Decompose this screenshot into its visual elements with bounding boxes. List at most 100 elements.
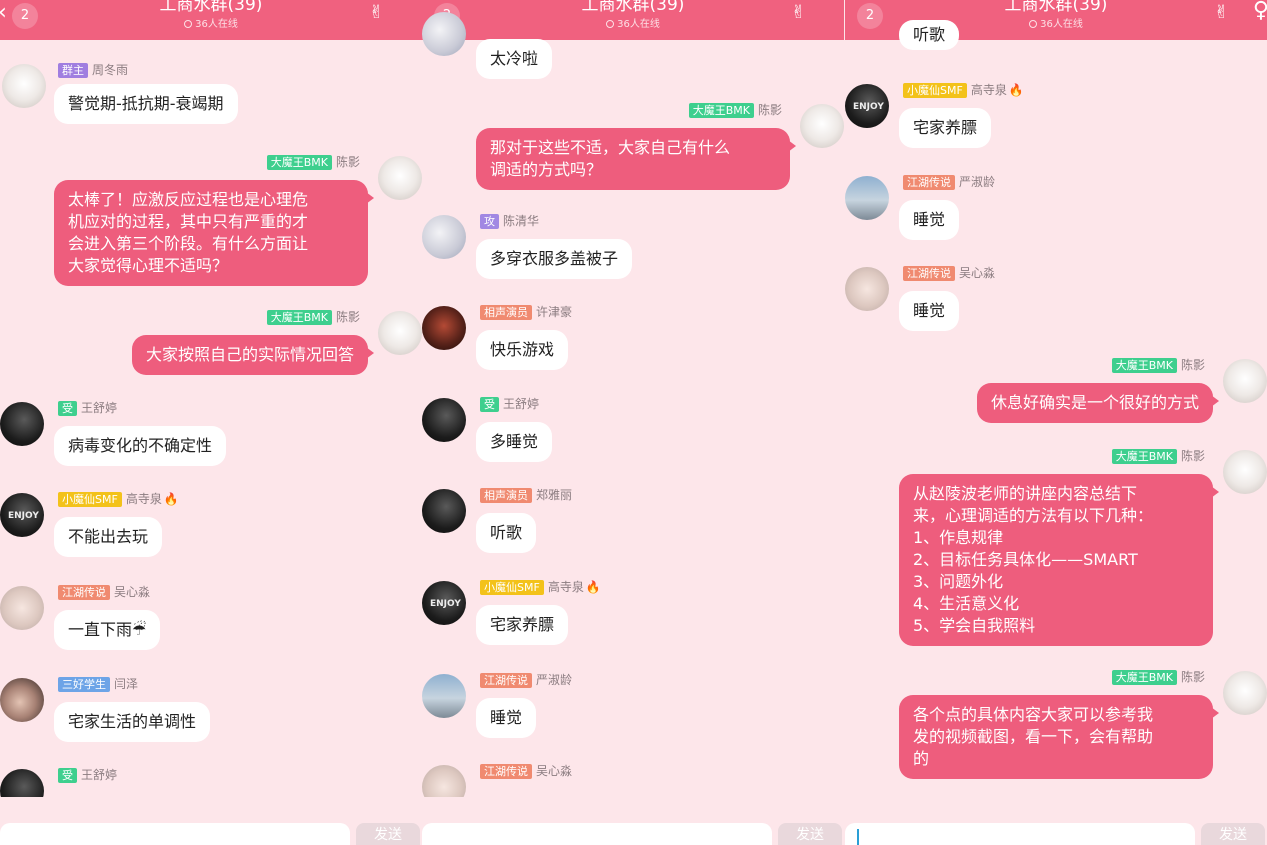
avatar[interactable]: [378, 311, 422, 355]
online-count: 36人在线: [0, 18, 422, 32]
message-bubble[interactable]: 休息好确实是一个很好的方式: [976, 383, 1220, 423]
avatar[interactable]: [0, 586, 44, 630]
message-bubble[interactable]: 太棒了！应激反应过程也是心理危 机应对的过程，其中只有严重的才 会进入第三个阶段…: [54, 180, 374, 286]
message-bubble[interactable]: 听歌: [899, 20, 960, 50]
avatar[interactable]: ENJOY: [0, 493, 44, 537]
sender-meta: 大魔王BMK 陈影: [266, 309, 360, 325]
avatar[interactable]: [1223, 671, 1267, 715]
message-bubble[interactable]: 睡觉: [476, 698, 537, 738]
message-bubble[interactable]: 宅家生活的单调性: [54, 702, 211, 742]
message-bubble[interactable]: 多穿衣服多盖被子: [476, 239, 633, 279]
avatar[interactable]: [378, 156, 422, 200]
sender-name: 王舒婷: [81, 401, 118, 415]
send-button[interactable]: 发送: [356, 823, 420, 845]
member-tag: 受: [58, 768, 77, 783]
message-bubble[interactable]: 各个点的具体内容大家可以参考我 发的视频截图，看一下，会有帮助 的: [899, 695, 1219, 779]
message-input[interactable]: [422, 823, 772, 845]
message-bubble[interactable]: 大家按照自己的实际情况回答: [131, 335, 375, 375]
sender-name: 严淑龄: [959, 175, 996, 189]
sender-name: 严淑龄: [536, 673, 573, 687]
member-tag: 群主: [58, 63, 88, 78]
sender-meta: 江湖传说 吴心淼: [903, 265, 995, 281]
sender-meta: 受王舒婷: [58, 400, 117, 416]
sender-name: 陈影: [335, 155, 360, 169]
avatar[interactable]: [422, 398, 466, 442]
avatar[interactable]: ENJOY: [422, 581, 466, 625]
send-button[interactable]: 发送: [778, 823, 842, 845]
text-cursor: [857, 829, 859, 845]
avatar[interactable]: [2, 64, 46, 108]
sender-meta: 大魔王BMK 陈影: [1111, 357, 1205, 373]
avatar[interactable]: [422, 489, 466, 533]
message-input[interactable]: [845, 823, 1195, 845]
message-bubble[interactable]: 病毒变化的不确定性: [54, 426, 227, 466]
hand-icon[interactable]: ✌: [369, 2, 384, 23]
avatar[interactable]: [800, 104, 844, 148]
sender-name: 陈影: [335, 310, 360, 324]
avatar[interactable]: [845, 176, 889, 220]
member-tag: 大魔王BMK: [266, 310, 332, 325]
avatar[interactable]: [845, 267, 889, 311]
member-tag: 小魔仙SMF: [480, 580, 544, 595]
chat-panel-2: ♀ 2 工商水群(39) 36人在线 ✌ 太冷啦 大魔王BMK陈影 那对于这些不…: [422, 0, 844, 845]
avatar[interactable]: ENJOY: [845, 84, 889, 128]
sender-name: 陈影: [1180, 449, 1205, 463]
message-bubble[interactable]: 太冷啦: [476, 39, 553, 79]
group-title: 工商水群(39): [159, 0, 263, 15]
message-bubble[interactable]: 那对于这些不适，大家自己有什么 调适的方式吗？: [476, 128, 796, 190]
member-tag: 大魔王BMK: [688, 103, 754, 118]
message-bubble[interactable]: 从赵陵波老师的讲座内容总结下 来，心理调适的方法有以下几种： 1、作息规律 2、…: [899, 474, 1219, 646]
message-bubble[interactable]: 听歌: [476, 513, 537, 553]
sender-meta: 江湖传说 严淑龄: [903, 174, 995, 190]
avatar[interactable]: [0, 402, 44, 446]
message-item: 江湖传说 吴心淼 睡觉: [845, 265, 1267, 345]
message-bubble[interactable]: 睡觉: [899, 200, 960, 240]
avatar[interactable]: [422, 306, 466, 350]
chat-header: ‹ 2 工商水群(39) 36人在线 ✌: [0, 0, 422, 40]
message-bubble[interactable]: 快乐游戏: [476, 330, 569, 370]
message-item: 江湖传说 吴心淼 一直下雨☔: [0, 584, 422, 664]
hand-icon[interactable]: ✌: [791, 2, 806, 23]
message-input[interactable]: [0, 823, 350, 845]
avatar[interactable]: [422, 674, 466, 718]
sender-meta: 大魔王BMK 陈影: [266, 154, 360, 170]
message-item: 大魔王BMK 陈影 大家按照自己的实际情况回答: [0, 309, 422, 389]
sender-name: 王舒婷: [81, 768, 118, 782]
avatar[interactable]: [1223, 450, 1267, 494]
message-bubble[interactable]: 睡觉: [899, 291, 960, 331]
message-bubble[interactable]: 不能出去玩: [54, 517, 163, 557]
message-bubble[interactable]: 多睡觉: [476, 422, 553, 462]
sender-name: 许津豪: [536, 305, 573, 319]
member-tag: 大魔王BMK: [1111, 670, 1177, 685]
input-bar: 发送: [422, 797, 844, 845]
message-bubble[interactable]: 宅家养膘: [899, 108, 992, 148]
fire-icon: 🔥: [1008, 83, 1024, 97]
member-tag: 大魔王BMK: [1111, 358, 1177, 373]
avatar[interactable]: [422, 12, 466, 56]
sender-name: 陈清华: [503, 214, 540, 228]
sender-name: 陈影: [1180, 358, 1205, 372]
member-tag: 受: [58, 401, 77, 416]
message-item: ENJOY 小魔仙SMF 高寺泉 🔥 不能出去玩: [0, 491, 422, 571]
sender-meta: 大魔王BMK 陈影: [688, 102, 782, 118]
chat-panel-3: ♀ 2 工商水群(39) 36人在线 ✌ ♀ 听歌 ENJOY 小魔仙SMF高寺…: [845, 0, 1267, 845]
message-bubble[interactable]: 警觉期-抵抗期-衰竭期: [54, 84, 238, 124]
send-button[interactable]: 发送: [1201, 823, 1265, 845]
sender-meta: 相声演员 许津豪: [480, 304, 572, 320]
message-item: 受王舒婷 多睡觉: [422, 396, 844, 476]
sender-name: 周冬雨: [92, 63, 129, 77]
message-bubble[interactable]: 一直下雨☔: [54, 610, 161, 650]
sender-name: 吴心淼: [959, 266, 996, 280]
chat-panel-1: ‹ 2 工商水群(39) 36人在线 ✌ 群主周冬雨 警觉期-抵抗期-衰竭期 大…: [0, 0, 422, 845]
avatar[interactable]: [422, 215, 466, 259]
message-bubble[interactable]: 宅家养膘: [476, 605, 569, 645]
sender-meta: 群主 周冬雨: [58, 62, 128, 78]
message-item: 江湖传说 严淑龄 睡觉: [845, 174, 1267, 254]
sender-meta: 小魔仙SMF 高寺泉 🔥: [903, 82, 1024, 98]
sender-meta: 江湖传说 严淑龄: [480, 672, 572, 688]
sender-name: 高寺泉: [970, 83, 1007, 97]
avatar[interactable]: [0, 678, 44, 722]
member-tag: 相声演员: [480, 305, 532, 320]
message-item: 攻陈清华 多穿衣服多盖被子: [422, 213, 844, 293]
avatar[interactable]: [1223, 359, 1267, 403]
